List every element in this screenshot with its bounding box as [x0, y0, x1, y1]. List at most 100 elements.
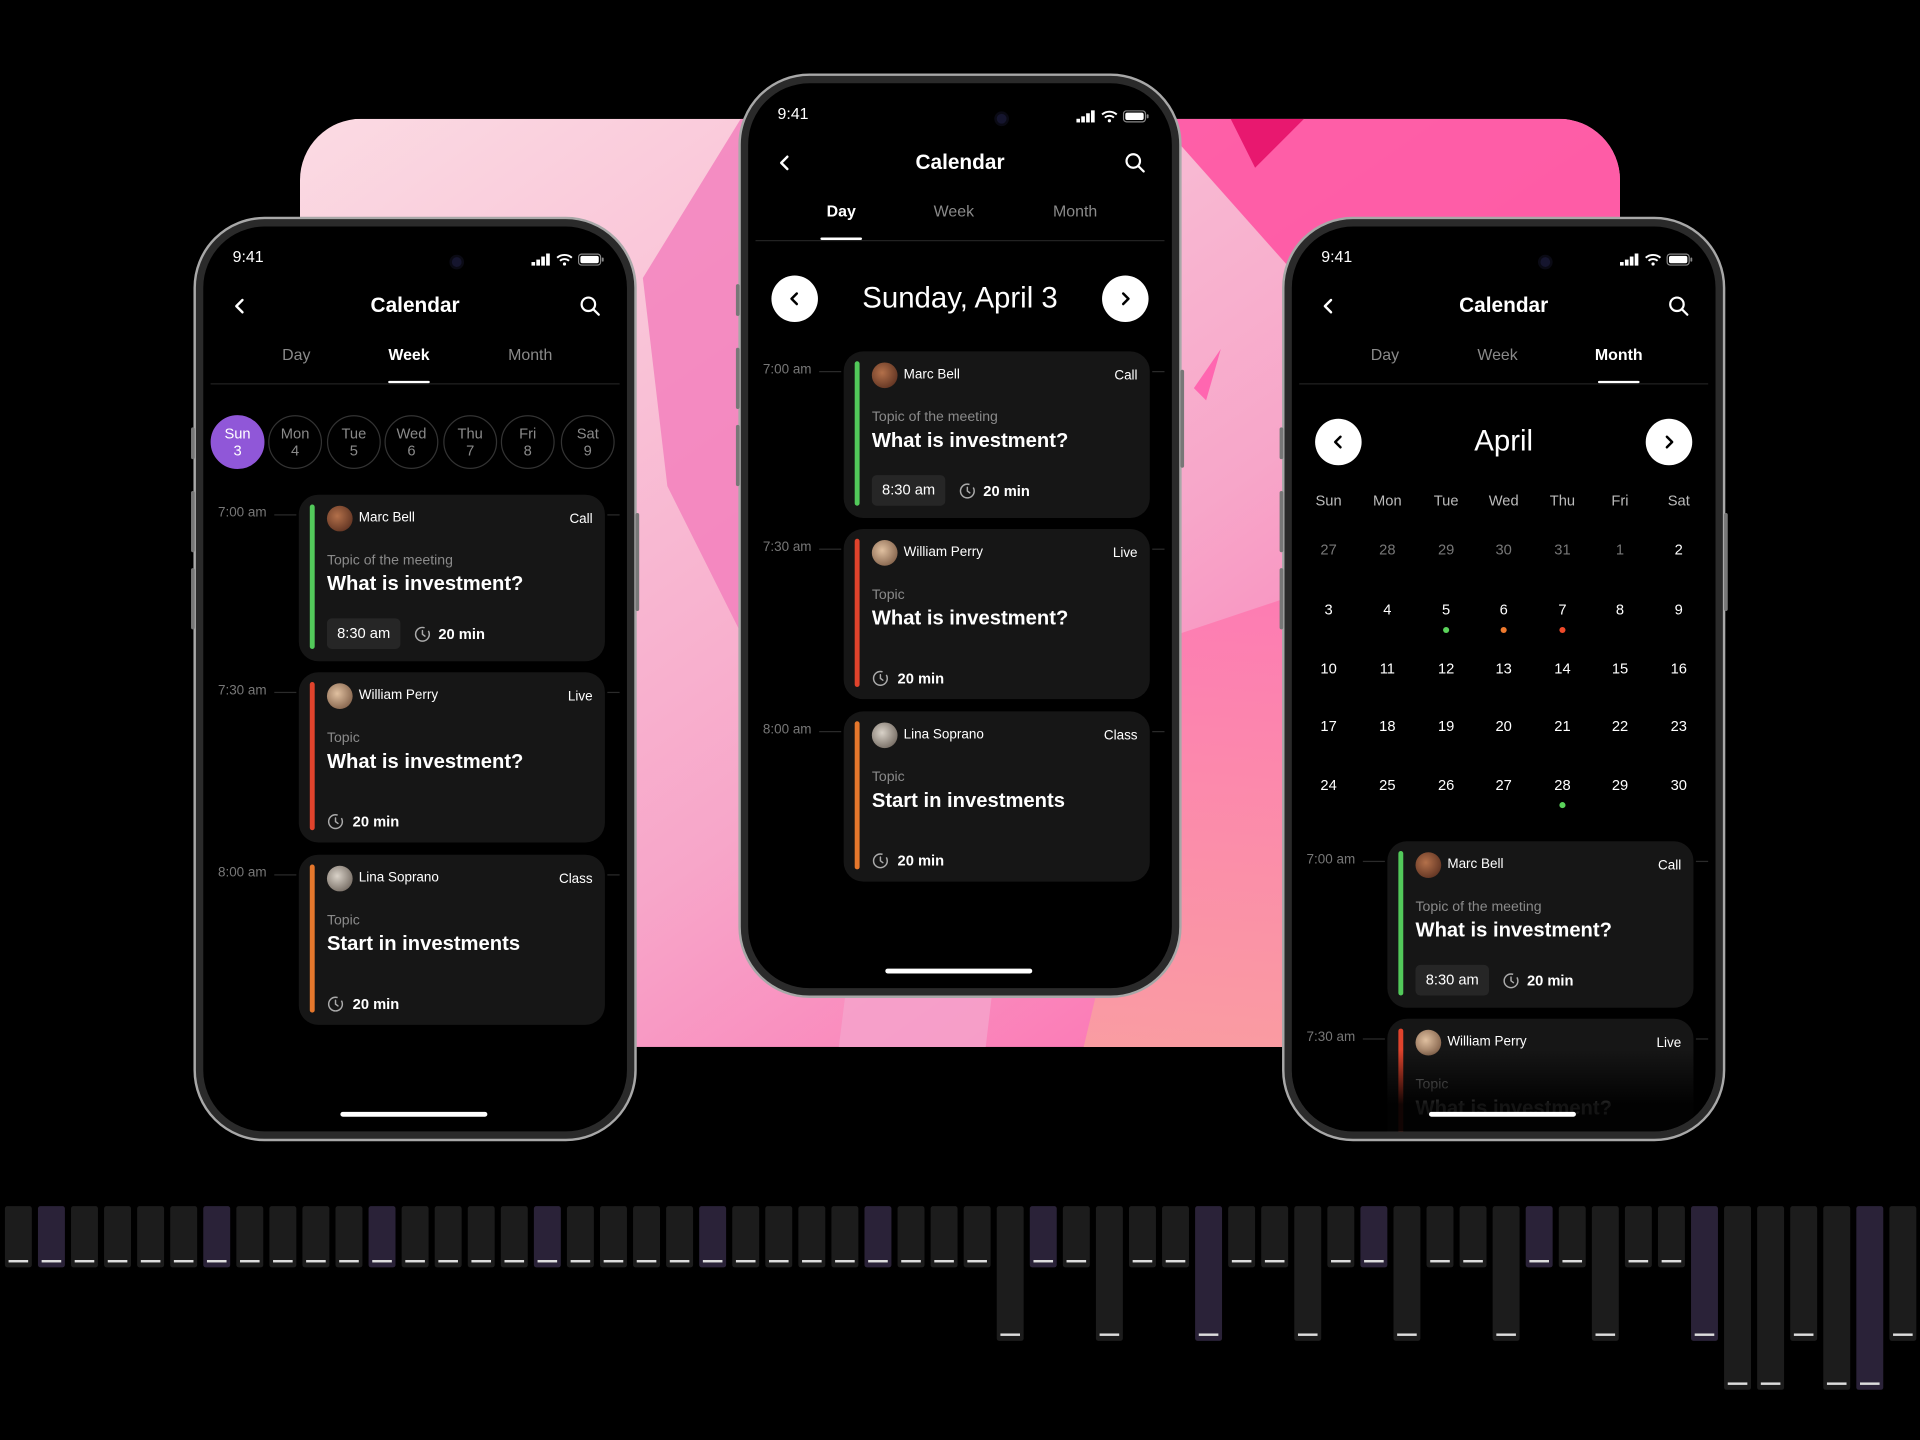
- timeline-rule: [819, 731, 842, 733]
- event-card[interactable]: Marc Bell Call Topic of the meeting What is…: [298, 494, 605, 662]
- week-day-mon[interactable]: Mon 4: [268, 415, 323, 469]
- thumbnail: [1724, 1206, 1752, 1390]
- topic-label: Topic: [326, 913, 360, 929]
- time-label: 7:00 am: [217, 505, 267, 521]
- calendar-day[interactable]: 17: [1320, 718, 1336, 735]
- calendar-day[interactable]: 30: [1671, 776, 1687, 793]
- calendar-day[interactable]: 18: [1379, 718, 1395, 735]
- tab-month[interactable]: Month: [508, 345, 552, 363]
- side-button: [1180, 369, 1185, 468]
- week-day-sun[interactable]: Sun 3: [210, 415, 265, 469]
- calendar-day[interactable]: 26: [1438, 776, 1454, 793]
- time-label: 7:00 am: [762, 362, 812, 378]
- thumbnail-bar: [372, 1260, 392, 1263]
- calendar-day[interactable]: 3: [1324, 601, 1332, 618]
- thumbnail: [1426, 1206, 1454, 1268]
- week-day-thu[interactable]: Thu 7: [443, 415, 498, 469]
- timeline-rule: [274, 874, 297, 876]
- event-card[interactable]: William Perry Live Topic What is investment…: [843, 528, 1150, 700]
- calendar-day[interactable]: 28: [1554, 776, 1570, 793]
- calendar-day[interactable]: 27: [1495, 776, 1511, 793]
- calendar-day[interactable]: 29: [1438, 541, 1454, 558]
- calendar-day[interactable]: 28: [1379, 541, 1395, 558]
- event-color-bar: [1398, 851, 1404, 996]
- calendar-day[interactable]: 15: [1612, 660, 1628, 677]
- page-title: Calendar: [1459, 293, 1549, 318]
- week-day-sat[interactable]: Sat 9: [560, 415, 615, 469]
- calendar-day[interactable]: 5: [1442, 601, 1450, 618]
- calendar-day[interactable]: 12: [1438, 660, 1454, 677]
- calendar-day[interactable]: 31: [1554, 541, 1570, 558]
- calendar-day[interactable]: 24: [1320, 776, 1336, 793]
- home-indicator[interactable]: [1428, 1111, 1576, 1117]
- timeline-rule: [1152, 371, 1165, 373]
- week-day-wed[interactable]: Wed 6: [384, 415, 439, 469]
- tab-week[interactable]: Week: [934, 202, 974, 220]
- calendar-day[interactable]: 25: [1379, 776, 1395, 793]
- thumbnail: [1856, 1206, 1884, 1390]
- calendar-day[interactable]: 2: [1675, 541, 1683, 558]
- thumbnail: [533, 1206, 561, 1268]
- week-day-tue[interactable]: Tue 5: [326, 415, 381, 469]
- calendar-day[interactable]: 14: [1554, 660, 1570, 677]
- calendar-day[interactable]: 27: [1320, 541, 1336, 558]
- thumbnail-bar: [1860, 1382, 1880, 1385]
- search-icon[interactable]: [1124, 152, 1146, 180]
- calendar-day[interactable]: 21: [1554, 718, 1570, 735]
- calendar-day[interactable]: 11: [1380, 660, 1395, 677]
- calendar-day[interactable]: 20: [1495, 718, 1511, 735]
- front-camera: [996, 113, 1007, 124]
- calendar-day[interactable]: 10: [1320, 660, 1336, 677]
- attendee-name: William Perry: [358, 688, 439, 703]
- calendar-day[interactable]: 30: [1495, 541, 1511, 558]
- battery-icon: [1666, 250, 1694, 272]
- home-indicator[interactable]: [340, 1111, 488, 1117]
- thumbnail: [1195, 1206, 1223, 1341]
- clock-icon: [1502, 972, 1519, 995]
- weekday-name: Sun: [224, 424, 251, 443]
- calendar-day[interactable]: 7: [1558, 601, 1566, 618]
- thumbnail-bar: [669, 1260, 690, 1263]
- tab-day[interactable]: Day: [827, 202, 856, 220]
- tab-day[interactable]: Day: [282, 345, 310, 363]
- thumbnail: [1624, 1206, 1652, 1268]
- tab-day[interactable]: Day: [1371, 345, 1399, 363]
- calendar-day[interactable]: 22: [1612, 718, 1628, 735]
- thumbnail: [1294, 1206, 1322, 1341]
- tab-week[interactable]: Week: [1477, 345, 1517, 363]
- event-card[interactable]: Marc Bell Call Topic of the meeting What is…: [1387, 841, 1694, 1008]
- search-icon[interactable]: [579, 295, 601, 323]
- thumbnail-bar: [1595, 1333, 1616, 1336]
- event-card[interactable]: Marc Bell Call Topic of the meeting What is…: [843, 351, 1150, 518]
- search-icon[interactable]: [1668, 295, 1690, 323]
- phone-week-view: 9:41 Calendar Day Week Month Sun 3 Mon 4 Tue 5 Wed 6…: [191, 216, 640, 1142]
- thumbnail-bar: [901, 1260, 921, 1263]
- signal-icon: [531, 250, 551, 272]
- calendar-day[interactable]: 6: [1500, 601, 1508, 618]
- calendar-day[interactable]: 13: [1495, 660, 1511, 677]
- thumbnail: [930, 1206, 958, 1268]
- calendar-day[interactable]: 4: [1383, 601, 1391, 618]
- week-day-fri[interactable]: Fri 8: [500, 415, 555, 469]
- calendar-day[interactable]: 19: [1438, 718, 1454, 735]
- tab-month[interactable]: Month: [1053, 202, 1097, 220]
- screen: 9:41 Calendar Day Week Month Sunday, April 3 7…: [748, 83, 1172, 989]
- event-card[interactable]: Lina Soprano Class Topic Start in investmen…: [298, 854, 605, 1025]
- calendar-day[interactable]: 16: [1671, 660, 1687, 677]
- thumbnail-bar: [1033, 1260, 1054, 1263]
- calendar-day[interactable]: 1: [1616, 541, 1624, 558]
- calendar-day[interactable]: 29: [1612, 776, 1628, 793]
- event-card[interactable]: William Perry Live Topic What is investment…: [298, 672, 605, 843]
- event-card[interactable]: Lina Soprano Class Topic Start in investmen…: [843, 711, 1150, 882]
- tab-month[interactable]: Month: [1595, 345, 1643, 363]
- calendar-day[interactable]: 8: [1616, 601, 1624, 618]
- event-color-bar: [854, 361, 860, 506]
- home-indicator[interactable]: [885, 968, 1033, 974]
- status-time: 9:41: [1321, 247, 1353, 266]
- thumbnail-bar: [967, 1260, 987, 1263]
- tab-week[interactable]: Week: [388, 345, 429, 363]
- thumbnail-bar: [438, 1260, 458, 1263]
- thumbnail-bar: [735, 1260, 756, 1263]
- calendar-day[interactable]: 9: [1675, 601, 1683, 618]
- calendar-day[interactable]: 23: [1671, 718, 1687, 735]
